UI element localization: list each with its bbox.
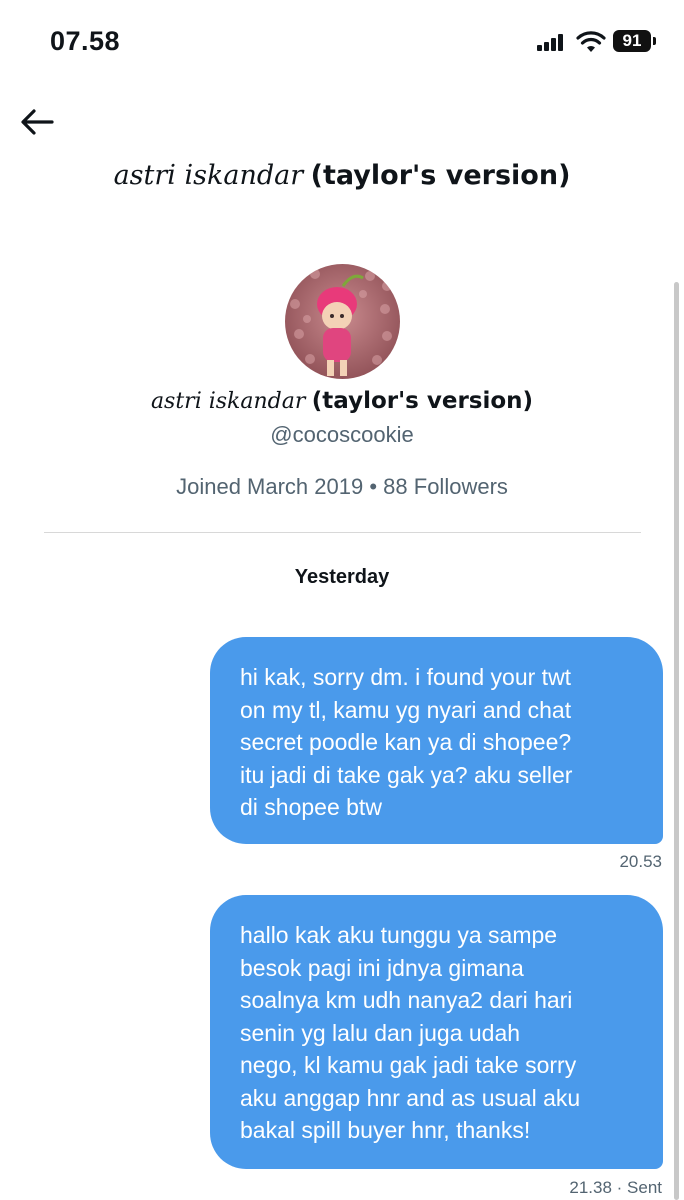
- followers-count[interactable]: 88 Followers: [383, 474, 508, 499]
- header-name-italic: astri iskandar: [113, 160, 304, 191]
- message-line: on my tl, kamu yg nyari and chat: [240, 696, 572, 723]
- message-status: · Sent: [616, 1178, 662, 1197]
- profile-name-bold: (taylor's version): [311, 388, 534, 414]
- battery-tip: [653, 37, 656, 45]
- message-timestamp: 20.53: [619, 852, 662, 872]
- message-line: nego, kl kamu gak jadi take sorry: [240, 1052, 577, 1078]
- divider: [44, 532, 641, 533]
- joined-date: Joined March 2019: [176, 474, 364, 499]
- profile-name[interactable]: astri iskandar (taylor's version): [0, 387, 684, 414]
- profile-name-italic: astri iskandar: [150, 389, 306, 414]
- message-bubble[interactable]: hallo kak aku tunggu ya sampe besok pagi…: [210, 895, 663, 1169]
- date-separator: Yesterday: [294, 566, 390, 588]
- conversation-title: astri iskandar (taylor's version): [0, 160, 684, 191]
- status-time: 07.58: [50, 26, 121, 56]
- message-line: bakal spill buyer hnr, thanks!: [240, 1117, 531, 1143]
- avatar-image: [285, 264, 400, 379]
- message-line: hi kak, sorry dm. i found your twt: [240, 664, 572, 690]
- profile-meta: Joined March 2019 • 88 Followers: [0, 474, 684, 500]
- status-bar: 07.58 91: [0, 0, 684, 80]
- message-line: senin yg lalu dan juga udah: [240, 1019, 521, 1046]
- meta-separator: •: [369, 474, 378, 499]
- message-line: secret poodle kan ya di shopee?: [240, 729, 572, 755]
- back-button[interactable]: [18, 104, 58, 140]
- arrow-left-icon: [21, 109, 54, 135]
- message-time: 20.53: [619, 852, 662, 871]
- wifi-icon: [576, 31, 606, 52]
- message-line: hallo kak aku tunggu ya sampe: [240, 922, 558, 948]
- message-bubble[interactable]: hi kak, sorry dm. i found your twt on my…: [210, 637, 663, 844]
- battery-icon: 91: [613, 30, 651, 52]
- message-line: aku anggap hnr and as usual aku: [240, 1084, 581, 1111]
- message-line: di shopee btw: [240, 794, 382, 820]
- message-line: itu jadi di take gak ya? aku seller: [240, 761, 573, 788]
- message-line: soalnya km udh nanya2 dari hari: [240, 987, 573, 1013]
- message-timestamp: 21.38 · Sent: [569, 1178, 662, 1198]
- message-line: besok pagi ini jdnya gimana: [240, 954, 524, 981]
- message-time: 21.38: [569, 1178, 612, 1197]
- profile-handle[interactable]: @cocoscookie: [0, 422, 684, 448]
- scrollbar[interactable]: [674, 282, 679, 1200]
- header-name-bold: (taylor's version): [310, 160, 571, 191]
- cellular-signal-icon: [537, 33, 565, 51]
- avatar[interactable]: [285, 264, 400, 379]
